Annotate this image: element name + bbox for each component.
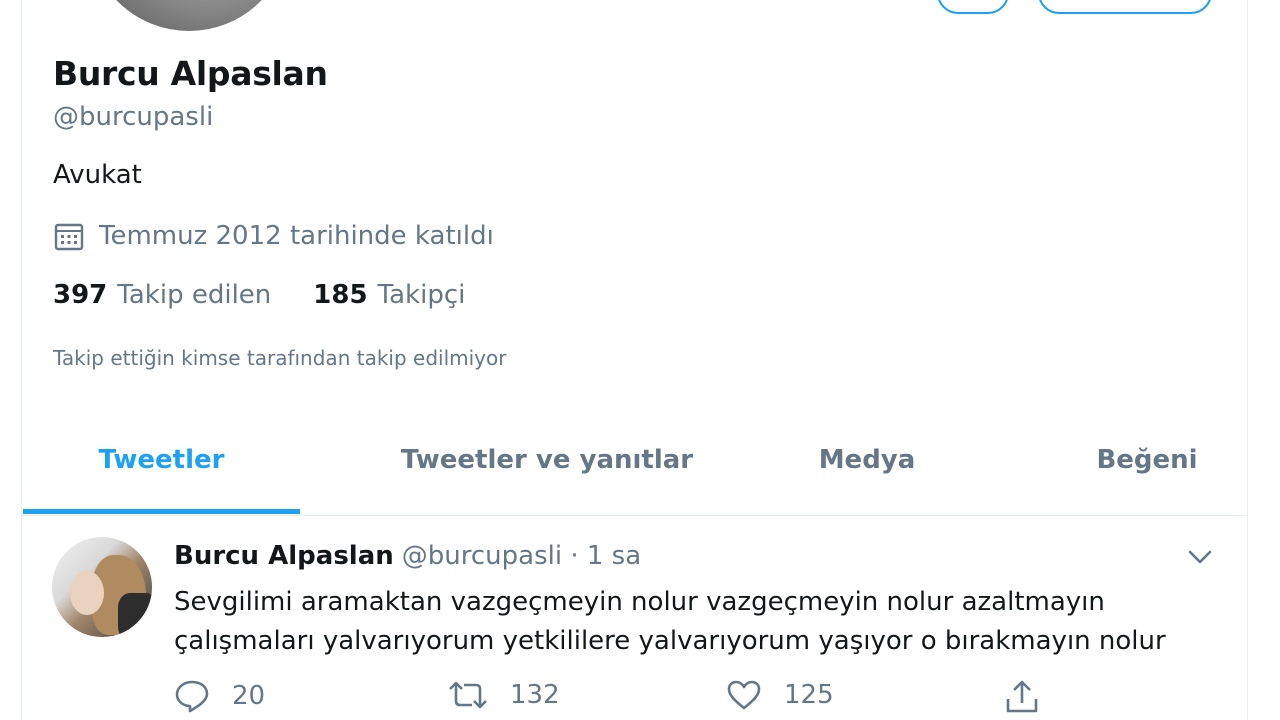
tweet[interactable]: Burcu Alpaslan @burcupasli · 1 sa Sevgili… [22, 517, 1247, 720]
tweet-avatar[interactable] [52, 537, 152, 637]
profile-handle: @burcupasli [53, 102, 214, 132]
profile-display-name: Burcu Alpaslan [53, 54, 328, 93]
reply-icon [175, 680, 209, 713]
reply-count: 20 [232, 681, 266, 711]
profile-joined-date: Temmuz 2012 tarihinde katıldı [53, 220, 494, 252]
retweet-icon [449, 681, 487, 709]
tweet-header: Burcu Alpaslan @burcupasli · 1 sa [174, 541, 641, 571]
profile-stats: 397 Takip edilen 185 Takipçi [53, 280, 507, 310]
followers-label: Takipçi [377, 280, 466, 310]
reply-button[interactable]: 20 [174, 679, 265, 713]
like-button[interactable]: 125 [726, 679, 834, 711]
followers-count: 185 [313, 280, 368, 310]
profile-avatar[interactable] [84, 0, 294, 35]
tab-likes[interactable]: Beğeni [1052, 424, 1242, 514]
tweet-actions: 20 132 125 [174, 679, 1074, 719]
following-label: Takip edilen [117, 280, 272, 310]
tab-tweets[interactable]: Tweetler [23, 424, 300, 514]
tab-tweets-and-replies[interactable]: Tweetler ve yanıtlar [362, 424, 732, 514]
retweet-count: 132 [510, 680, 560, 710]
followers-stat[interactable]: 185 Takipçi [313, 280, 465, 310]
following-stat[interactable]: 397 Takip edilen [53, 280, 271, 310]
heart-icon [727, 680, 761, 710]
tab-media[interactable]: Medya [792, 424, 942, 514]
profile-tabs: Tweetler Tweetler ve yanıtlar Medya Beğe… [22, 424, 1247, 516]
followers-you-know: Takip ettiğin kimse tarafından takip edi… [53, 346, 507, 370]
profile-bio: Avukat [53, 160, 142, 190]
profile-action-button[interactable] [937, 0, 1009, 14]
tweet-author-meta[interactable]: @burcupasli · 1 sa [402, 541, 641, 571]
card-border-right [1247, 0, 1248, 720]
follow-button[interactable] [1038, 0, 1212, 14]
chevron-down-icon[interactable] [1186, 545, 1214, 569]
tweet-text: Sevgilimi aramaktan vazgeçmeyin nolur va… [174, 587, 1166, 656]
retweet-button[interactable]: 132 [448, 679, 560, 711]
following-count: 397 [53, 280, 108, 310]
joined-date-text: Temmuz 2012 tarihinde katıldı [99, 221, 494, 251]
like-count: 125 [784, 680, 834, 710]
share-icon [1006, 680, 1038, 713]
share-button[interactable] [1004, 679, 1062, 715]
calendar-icon [54, 223, 84, 251]
tweet-author-name[interactable]: Burcu Alpaslan [174, 541, 394, 571]
